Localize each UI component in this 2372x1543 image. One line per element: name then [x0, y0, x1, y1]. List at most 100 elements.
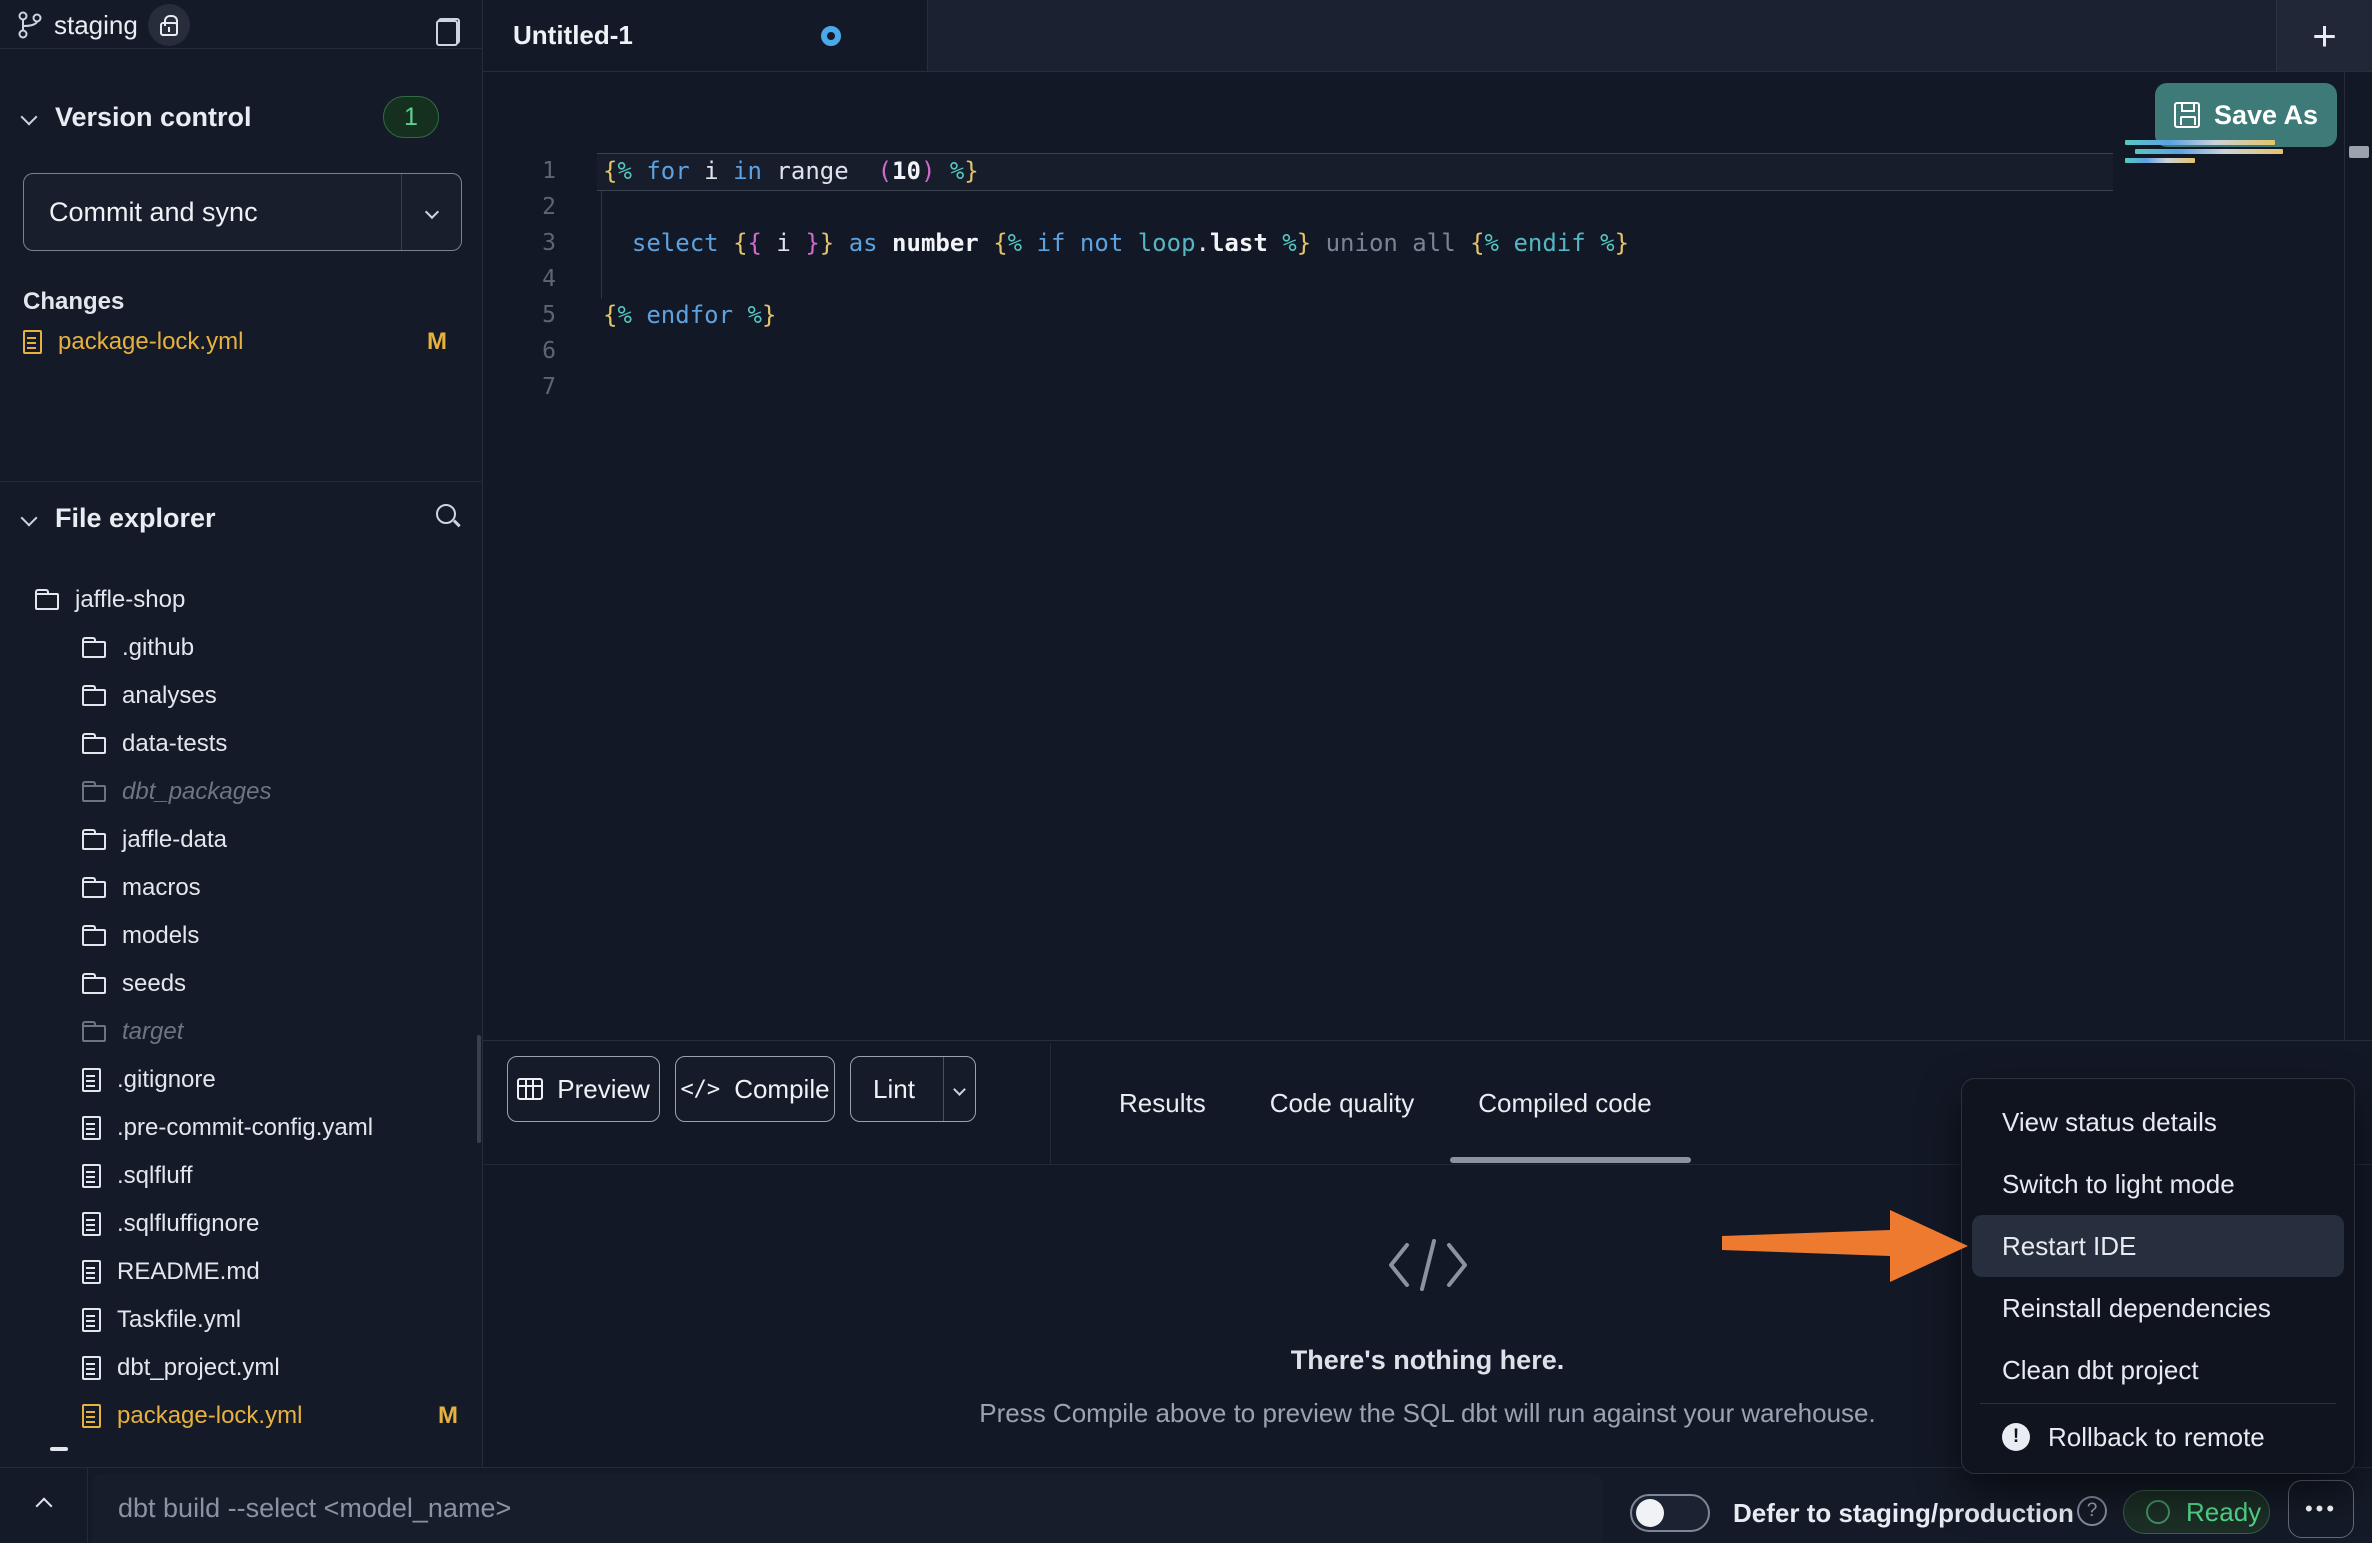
tab-results[interactable]: Results [1119, 1088, 1206, 1119]
menu-item-rollback-to-remote[interactable]: ! Rollback to remote [1972, 1406, 2344, 1468]
code-line[interactable] [603, 369, 2312, 405]
defer-toggle[interactable] [1630, 1494, 1710, 1532]
modified-flag: M [427, 328, 447, 356]
new-tab-button[interactable]: + [2276, 0, 2372, 71]
file-icon [82, 1116, 101, 1140]
modified-flag: M [438, 1402, 458, 1430]
result-tabs: Results Code quality Compiled code [1119, 1043, 1652, 1164]
sidebar-scrollbar[interactable] [477, 1035, 481, 1143]
scrollbar-thumb[interactable] [2349, 146, 2369, 158]
tree-item-readme[interactable]: README.md [0, 1248, 470, 1296]
indent-guide [601, 191, 602, 299]
commit-and-sync-label: Commit and sync [24, 197, 401, 228]
tree-item-package-lock[interactable]: package-lock.ymlM [0, 1392, 470, 1440]
ide-status-context-menu: View status details Switch to light mode… [1961, 1078, 2355, 1474]
tree-item-jaffle-data[interactable]: jaffle-data [0, 816, 470, 864]
menu-divider [1980, 1403, 2336, 1404]
version-control-section-header[interactable]: Version control 1 [23, 96, 459, 138]
line-number: 6 [483, 333, 556, 369]
tree-item-analyses[interactable]: analyses [0, 672, 470, 720]
folder-icon [82, 1025, 106, 1042]
tree-item-dbt-project[interactable]: dbt_project.yml [0, 1344, 470, 1392]
tree-item-target[interactable]: target [0, 1008, 470, 1056]
preview-button[interactable]: Preview [507, 1056, 660, 1122]
empty-state-title: There's nothing here. [1291, 1345, 1564, 1376]
tab-untitled-1[interactable]: Untitled-1 [483, 0, 928, 71]
copy-icon[interactable] [436, 18, 460, 46]
file-icon [82, 1260, 101, 1284]
folder-open-icon [35, 593, 59, 610]
tree-item-pre-commit-config[interactable]: .pre-commit-config.yaml [0, 1104, 470, 1152]
menu-item-switch-to-light-mode[interactable]: Switch to light mode [1972, 1153, 2344, 1215]
tree-item-sqlfluffignore[interactable]: .sqlfluffignore [0, 1200, 470, 1248]
lint-dropdown[interactable] [943, 1057, 975, 1121]
changed-file-name: package-lock.yml [58, 328, 243, 356]
code-line[interactable] [603, 333, 2312, 369]
preview-label: Preview [557, 1074, 649, 1105]
more-options-button[interactable]: ••• [2288, 1480, 2354, 1538]
sidebar: staging Version control 1 Commit and syn… [0, 0, 483, 1467]
folder-icon [82, 689, 106, 706]
tree-item-github[interactable]: .github [0, 624, 470, 672]
editor-scrollbar[interactable] [2344, 72, 2372, 1040]
command-input[interactable]: dbt build --select <model_name> [92, 1474, 1603, 1543]
tab-compiled-code[interactable]: Compiled code [1478, 1088, 1651, 1119]
tree-item-dbt-packages[interactable]: dbt_packages [0, 768, 470, 816]
tree-item-gitignore[interactable]: .gitignore [0, 1056, 470, 1104]
lint-button[interactable]: Lint [850, 1056, 976, 1122]
compile-button[interactable]: </> Compile [675, 1056, 835, 1122]
chevron-down-icon [21, 510, 38, 527]
version-control-title: Version control [55, 102, 252, 133]
search-icon[interactable] [434, 502, 462, 530]
line-number: 4 [483, 261, 556, 297]
tree-item-data-tests[interactable]: data-tests [0, 720, 470, 768]
folder-icon [82, 785, 106, 802]
commit-options-dropdown[interactable] [401, 174, 461, 250]
menu-item-reinstall-dependencies[interactable]: Reinstall dependencies [1972, 1277, 2344, 1339]
file-icon [82, 1212, 101, 1236]
collapse-panel-button[interactable] [0, 1468, 88, 1543]
code-brackets-icon [1387, 1237, 1469, 1293]
git-branch-icon [16, 9, 44, 41]
tree-item-models[interactable]: models [0, 912, 470, 960]
tree-item-sqlfluff[interactable]: .sqlfluff [0, 1152, 470, 1200]
menu-item-restart-ide[interactable]: Restart IDE [1972, 1215, 2344, 1277]
minimap-line [2125, 158, 2195, 163]
plus-icon: + [2312, 12, 2337, 60]
help-icon[interactable]: ? [2077, 1496, 2107, 1526]
menu-item-clean-dbt-project[interactable]: Clean dbt project [1972, 1339, 2344, 1401]
code-line[interactable]: {% endfor %} [603, 297, 2312, 333]
tab-code-quality[interactable]: Code quality [1270, 1088, 1415, 1119]
code-line[interactable]: select {{ i }} as number {% if not loop.… [603, 225, 2312, 261]
code-editor[interactable]: Save As 1 2 3 4 5 6 7 {% for i in range … [483, 72, 2372, 1040]
commit-and-sync-button[interactable]: Commit and sync [23, 173, 462, 251]
folder-icon [82, 833, 106, 850]
code-line[interactable] [603, 261, 2312, 297]
file-icon [23, 330, 42, 354]
file-icon [82, 1356, 101, 1380]
tree-item-seeds[interactable]: seeds [0, 960, 470, 1008]
folder-icon [82, 929, 106, 946]
compile-label: Compile [734, 1074, 829, 1105]
tree-item-jaffle-shop[interactable]: jaffle-shop [0, 576, 470, 624]
lock-icon [160, 22, 178, 36]
code-content[interactable]: {% for i in range (10) %} select {{ i }}… [603, 153, 2312, 405]
code-icon: </> [680, 1077, 720, 1102]
panel-divider [1050, 1043, 1051, 1164]
table-icon [517, 1078, 543, 1100]
status-badge[interactable]: Ready [2123, 1490, 2270, 1534]
tree-item-macros[interactable]: macros [0, 864, 470, 912]
changes-label: Changes [23, 288, 124, 316]
code-line[interactable]: {% for i in range (10) %} [603, 153, 2312, 189]
file-explorer-section-header[interactable]: File explorer [23, 500, 466, 536]
folder-icon [82, 641, 106, 658]
menu-item-view-status-details[interactable]: View status details [1972, 1091, 2344, 1153]
empty-state-subtitle: Press Compile above to preview the SQL d… [979, 1398, 1876, 1429]
tree-item-taskfile[interactable]: Taskfile.yml [0, 1296, 470, 1344]
minimap[interactable] [2125, 138, 2285, 172]
changed-file-row[interactable]: package-lock.yml M [23, 324, 459, 360]
line-number: 3 [483, 225, 556, 261]
code-line[interactable] [603, 189, 2312, 225]
tab-title: Untitled-1 [483, 20, 633, 51]
branch-selector[interactable]: staging [16, 8, 190, 42]
